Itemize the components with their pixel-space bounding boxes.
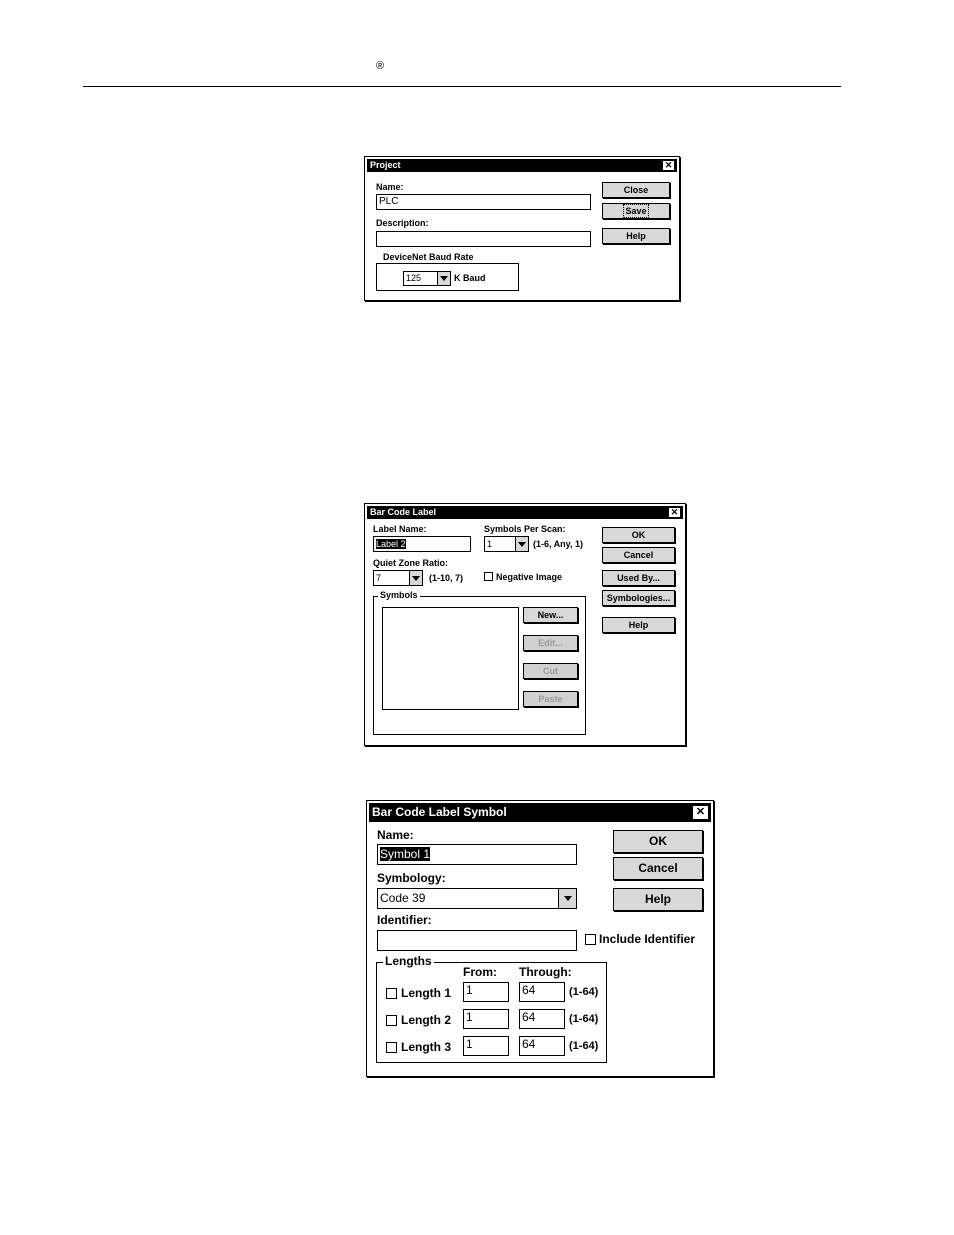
bar-code-label-dialog: Bar Code Label ✕ Label Name: Label 2 Sym… <box>364 503 686 746</box>
symbols-list[interactable] <box>382 607 519 710</box>
bar-code-label-title: Bar Code Label <box>370 507 437 517</box>
length-1-range: (1-64) <box>569 986 599 998</box>
length-2-label: Length 2 <box>401 1013 451 1027</box>
symbol-name-input[interactable]: Symbol 1 <box>377 844 577 865</box>
help-button[interactable]: Help <box>602 617 675 633</box>
close-icon[interactable]: ✕ <box>662 160 675 171</box>
quiet-zone-select[interactable]: 7 <box>373 570 423 586</box>
symbols-per-scan-hint: (1-6, Any, 1) <box>533 539 584 549</box>
project-description-label: Description: <box>376 218 429 228</box>
chevron-down-icon[interactable] <box>558 889 576 908</box>
edit-symbol-button[interactable]: Edit... <box>523 635 578 651</box>
length-1-checkbox[interactable] <box>386 988 397 999</box>
negative-image-checkbox[interactable] <box>484 572 493 581</box>
from-column-label: From: <box>463 965 497 979</box>
length-1-through-input[interactable]: 64 <box>519 982 565 1002</box>
symbol-name-label: Name: <box>377 828 414 842</box>
new-symbol-button[interactable]: New... <box>523 607 578 623</box>
symbol-dialog-title: Bar Code Label Symbol <box>372 805 507 819</box>
baud-rate-value: 125 <box>406 273 422 283</box>
label-name-value: Label 2 <box>376 539 406 549</box>
include-identifier-label: Include Identifier <box>599 932 696 946</box>
length-3-label: Length 3 <box>401 1040 451 1054</box>
length-3-through-input[interactable]: 64 <box>519 1036 565 1056</box>
project-description-input[interactable] <box>376 231 591 247</box>
quiet-zone-label: Quiet Zone Ratio: <box>373 558 448 568</box>
ok-button[interactable]: OK <box>602 527 675 543</box>
symbol-title-bar: Bar Code Label Symbol ✕ <box>369 803 711 822</box>
chevron-down-icon[interactable] <box>409 571 422 585</box>
chevron-down-icon[interactable] <box>515 537 528 551</box>
close-button[interactable]: Close <box>602 182 670 198</box>
cancel-button[interactable]: Cancel <box>613 857 703 880</box>
used-by-button[interactable]: Used By... <box>602 570 675 586</box>
baud-rate-group-title: DeviceNet Baud Rate <box>381 252 476 262</box>
negative-image-label: Negative Image <box>496 572 563 582</box>
chevron-down-icon[interactable] <box>437 272 450 285</box>
registered-mark: ® <box>376 60 385 72</box>
help-button[interactable]: Help <box>602 228 670 244</box>
header-rule <box>83 86 841 87</box>
help-button[interactable]: Help <box>613 888 703 911</box>
cut-symbol-button[interactable]: Cut <box>523 663 578 679</box>
symbols-per-scan-select[interactable]: 1 <box>484 536 529 552</box>
baud-unit-label: K Baud <box>454 273 486 283</box>
symbols-group-title: Symbols <box>378 590 420 600</box>
include-identifier-checkbox[interactable] <box>585 934 596 945</box>
symbology-value: Code 39 <box>380 891 426 905</box>
identifier-label: Identifier: <box>377 913 432 927</box>
length-3-range: (1-64) <box>569 1040 599 1052</box>
paste-symbol-button[interactable]: Paste <box>523 691 578 707</box>
length-3-checkbox[interactable] <box>386 1042 397 1053</box>
length-3-from-input[interactable]: 1 <box>463 1036 509 1056</box>
quiet-zone-hint: (1-10, 7) <box>429 573 464 583</box>
ok-button[interactable]: OK <box>613 830 703 853</box>
quiet-zone-value: 7 <box>376 573 382 583</box>
length-2-from-input[interactable]: 1 <box>463 1009 509 1029</box>
symbology-select[interactable]: Code 39 <box>377 888 577 909</box>
length-2-checkbox[interactable] <box>386 1015 397 1026</box>
label-name-input[interactable]: Label 2 <box>373 536 471 552</box>
baud-rate-select[interactable]: 125 <box>403 271 451 286</box>
length-2-range: (1-64) <box>569 1013 599 1025</box>
length-1-label: Length 1 <box>401 986 451 1000</box>
symbologies-button[interactable]: Symbologies... <box>602 590 675 606</box>
project-title-bar: Project ✕ <box>367 159 677 172</box>
symbols-per-scan-value: 1 <box>487 539 493 549</box>
symbology-label: Symbology: <box>377 871 446 885</box>
project-name-input[interactable]: PLC <box>376 194 591 210</box>
identifier-input[interactable] <box>377 930 577 951</box>
close-icon[interactable]: ✕ <box>692 805 709 820</box>
close-icon[interactable]: ✕ <box>668 507 681 518</box>
bar-code-label-symbol-dialog: Bar Code Label Symbol ✕ Name: Symbol 1 S… <box>366 800 714 1077</box>
label-name-label: Label Name: <box>373 524 427 534</box>
project-dialog-title: Project <box>370 160 401 170</box>
length-1-from-input[interactable]: 1 <box>463 982 509 1002</box>
length-2-through-input[interactable]: 64 <box>519 1009 565 1029</box>
symbol-name-value: Symbol 1 <box>380 847 431 861</box>
through-column-label: Through: <box>519 965 572 979</box>
cancel-button[interactable]: Cancel <box>602 547 675 563</box>
symbols-per-scan-label: Symbols Per Scan: <box>484 524 566 534</box>
bar-code-label-title-bar: Bar Code Label ✕ <box>367 506 683 519</box>
project-name-label: Name: <box>376 182 404 192</box>
lengths-group-title: Lengths <box>383 954 434 968</box>
save-button[interactable]: Save <box>602 203 670 219</box>
project-dialog: Project ✕ Name: PLC Description: DeviceN… <box>364 156 680 301</box>
